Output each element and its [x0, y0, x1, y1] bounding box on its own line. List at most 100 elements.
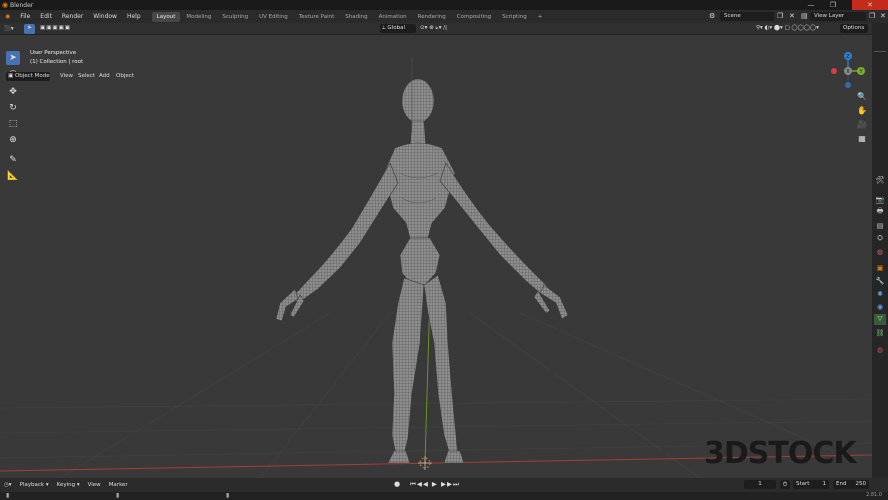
menu-window[interactable]: Window: [88, 10, 122, 23]
tab-uv-editing[interactable]: UV Editing: [254, 12, 293, 22]
record-button[interactable]: ●: [394, 480, 400, 488]
collection-label: (1) Collection | root: [30, 59, 84, 65]
rotate-tool[interactable]: ↻: [6, 101, 20, 115]
title-bar: ◉ Blender — ❐ ✕: [0, 0, 888, 10]
end-value: 250: [855, 481, 867, 487]
pan-hand-icon[interactable]: ✋: [855, 103, 869, 117]
tab-sculpting[interactable]: Sculpting: [217, 12, 253, 22]
view-layer-properties-icon[interactable]: ▤: [874, 220, 886, 231]
view-layer-field[interactable]: View Layer: [810, 12, 866, 21]
3d-cursor: [418, 456, 432, 470]
menu-view[interactable]: View: [60, 72, 73, 81]
timeline-editor-icon[interactable]: ◷▾: [0, 482, 16, 488]
window-title: Blender: [10, 1, 34, 9]
output-properties-icon[interactable]: 🖶: [874, 207, 886, 218]
constraint-properties-icon[interactable]: ⛓: [874, 327, 886, 338]
object-mode-label: Object Mode: [14, 73, 50, 79]
status-bar: ▮ ▮ ▮ 2.81.0: [0, 492, 888, 500]
gizmo-z-label: Z: [846, 54, 850, 60]
options-dropdown[interactable]: Options: [840, 24, 868, 33]
top-menu-bar: ◉ File Edit Render Window Help Layout Mo…: [0, 10, 888, 23]
add-workspace-button[interactable]: +: [533, 12, 548, 22]
menu-render[interactable]: Render: [57, 10, 88, 23]
playback-menu[interactable]: Playback ▾: [16, 482, 53, 488]
mouse-left-icon: ▮: [6, 492, 10, 499]
end-label: End: [836, 481, 847, 487]
transform-orientation-dropdown[interactable]: ⟂ Global: [380, 24, 416, 33]
select-box-tool[interactable]: ➤: [6, 51, 20, 65]
navigation-gizmo: Z Y X: [831, 52, 865, 88]
playback-label: Playback: [19, 482, 45, 488]
blender-menu-icon[interactable]: ◉: [0, 10, 15, 23]
watermark-text: 3DSTOCK: [704, 436, 858, 471]
menu-file[interactable]: File: [15, 10, 35, 23]
menu-edit[interactable]: Edit: [35, 10, 57, 23]
menu-help[interactable]: Help: [122, 10, 146, 23]
start-frame-field[interactable]: Start 1: [793, 480, 829, 489]
scene-properties-icon[interactable]: ⛭: [874, 233, 886, 244]
maximize-button[interactable]: ❐: [822, 0, 844, 10]
alien-mesh: [275, 78, 569, 464]
render-properties-icon[interactable]: 📷: [874, 194, 886, 205]
close-button[interactable]: ✕: [852, 0, 888, 10]
preview-range-icon[interactable]: ⏱: [780, 480, 790, 489]
start-label: Start: [796, 481, 810, 487]
viewport-header: ⬛▾ ➤ ▣▣▣▣▣ ⟂ Global ⊙▾ ⊗ ⟀▾ ∕| ⚲▾ ◐▾ ⬤▾ …: [0, 23, 888, 35]
mouse-middle-icon: ▮: [116, 492, 120, 499]
minimize-button[interactable]: —: [800, 0, 822, 10]
tab-texture-paint[interactable]: Texture Paint: [294, 12, 340, 22]
timeline-view-menu[interactable]: View: [84, 482, 105, 488]
modifier-properties-icon[interactable]: 🔧: [874, 275, 886, 286]
scale-tool[interactable]: ⬚: [6, 117, 20, 131]
current-frame-field[interactable]: 1: [744, 480, 776, 489]
selection-mode-icons[interactable]: ▣▣▣▣▣: [40, 24, 71, 33]
3d-viewport[interactable]: Z Y X 3DSTOCK ➤ ◎ ✥ ↻ ⬚ ⊕ ✎ 📐 🔍 ✋ 🎥 ▦ Us…: [0, 23, 872, 478]
copy-scene-icon[interactable]: ❐: [774, 10, 786, 23]
grid-view-icon[interactable]: ▦: [855, 131, 869, 145]
transform-orientation-label: Global: [387, 25, 405, 31]
scene-icon[interactable]: ⚙: [704, 10, 720, 23]
tool-properties-icon[interactable]: 🛠: [874, 174, 886, 185]
gizmo-x-label: X: [846, 69, 850, 75]
select-mode-icon[interactable]: ➤: [24, 24, 35, 34]
blender-logo-icon: ◉: [1, 1, 9, 9]
world-properties-icon[interactable]: ◍: [874, 246, 886, 257]
keying-label: Keying: [56, 482, 76, 488]
camera-icon[interactable]: 🎥: [855, 117, 869, 131]
version-label: 2.81.0: [866, 492, 882, 498]
annotate-tool[interactable]: ✎: [6, 153, 20, 167]
menu-object[interactable]: Object: [116, 72, 134, 81]
object-data-properties-icon[interactable]: ⛛: [874, 314, 886, 325]
mouse-right-icon: ▮: [226, 492, 230, 499]
playback-controls[interactable]: ⏮◀◀ ▶ ▶▶⏭: [410, 480, 460, 489]
visibility-icons[interactable]: ⚲▾ ◐▾ ⬤▾ ▢ ◯◯◯◯▾: [756, 24, 819, 33]
end-frame-field[interactable]: End 250: [833, 480, 869, 489]
menu-select[interactable]: Select: [78, 72, 95, 81]
move-tool[interactable]: ✥: [6, 85, 20, 99]
scene-field[interactable]: Scene: [720, 12, 774, 21]
tab-animation[interactable]: Animation: [374, 12, 412, 22]
transform-tool[interactable]: ⊕: [6, 133, 20, 147]
menu-add[interactable]: Add: [99, 72, 110, 81]
zoom-icon[interactable]: 🔍: [855, 89, 869, 103]
tab-layout[interactable]: Layout: [151, 11, 181, 22]
object-properties-icon[interactable]: ▣: [874, 262, 886, 273]
tab-rendering[interactable]: Rendering: [413, 12, 451, 22]
marker-menu[interactable]: Marker: [105, 482, 132, 488]
viewport-canvas: Z Y X 3DSTOCK: [0, 52, 872, 478]
particles-properties-icon[interactable]: ✺: [874, 288, 886, 299]
editor-type-icon[interactable]: ⬛▾: [4, 25, 14, 34]
physics-properties-icon[interactable]: ◉: [874, 301, 886, 312]
keying-menu[interactable]: Keying ▾: [53, 482, 84, 488]
tab-modeling[interactable]: Modeling: [181, 12, 216, 22]
object-mode-dropdown[interactable]: ▣ Object Mode: [6, 72, 50, 81]
viewport-menus: ▣ Object Mode View Select Add Object: [0, 35, 888, 81]
tab-shading[interactable]: Shading: [340, 12, 372, 22]
material-properties-icon[interactable]: ◍: [874, 344, 886, 355]
tab-compositing[interactable]: Compositing: [452, 12, 496, 22]
tab-scripting[interactable]: Scripting: [497, 12, 531, 22]
measure-tool[interactable]: 📐: [6, 169, 20, 183]
perspective-label: User Perspective: [30, 50, 77, 56]
remove-view-layer-icon[interactable]: ✕: [877, 10, 888, 23]
pivot-icons[interactable]: ⊙▾ ⊗ ⟀▾ ∕|: [420, 24, 447, 33]
